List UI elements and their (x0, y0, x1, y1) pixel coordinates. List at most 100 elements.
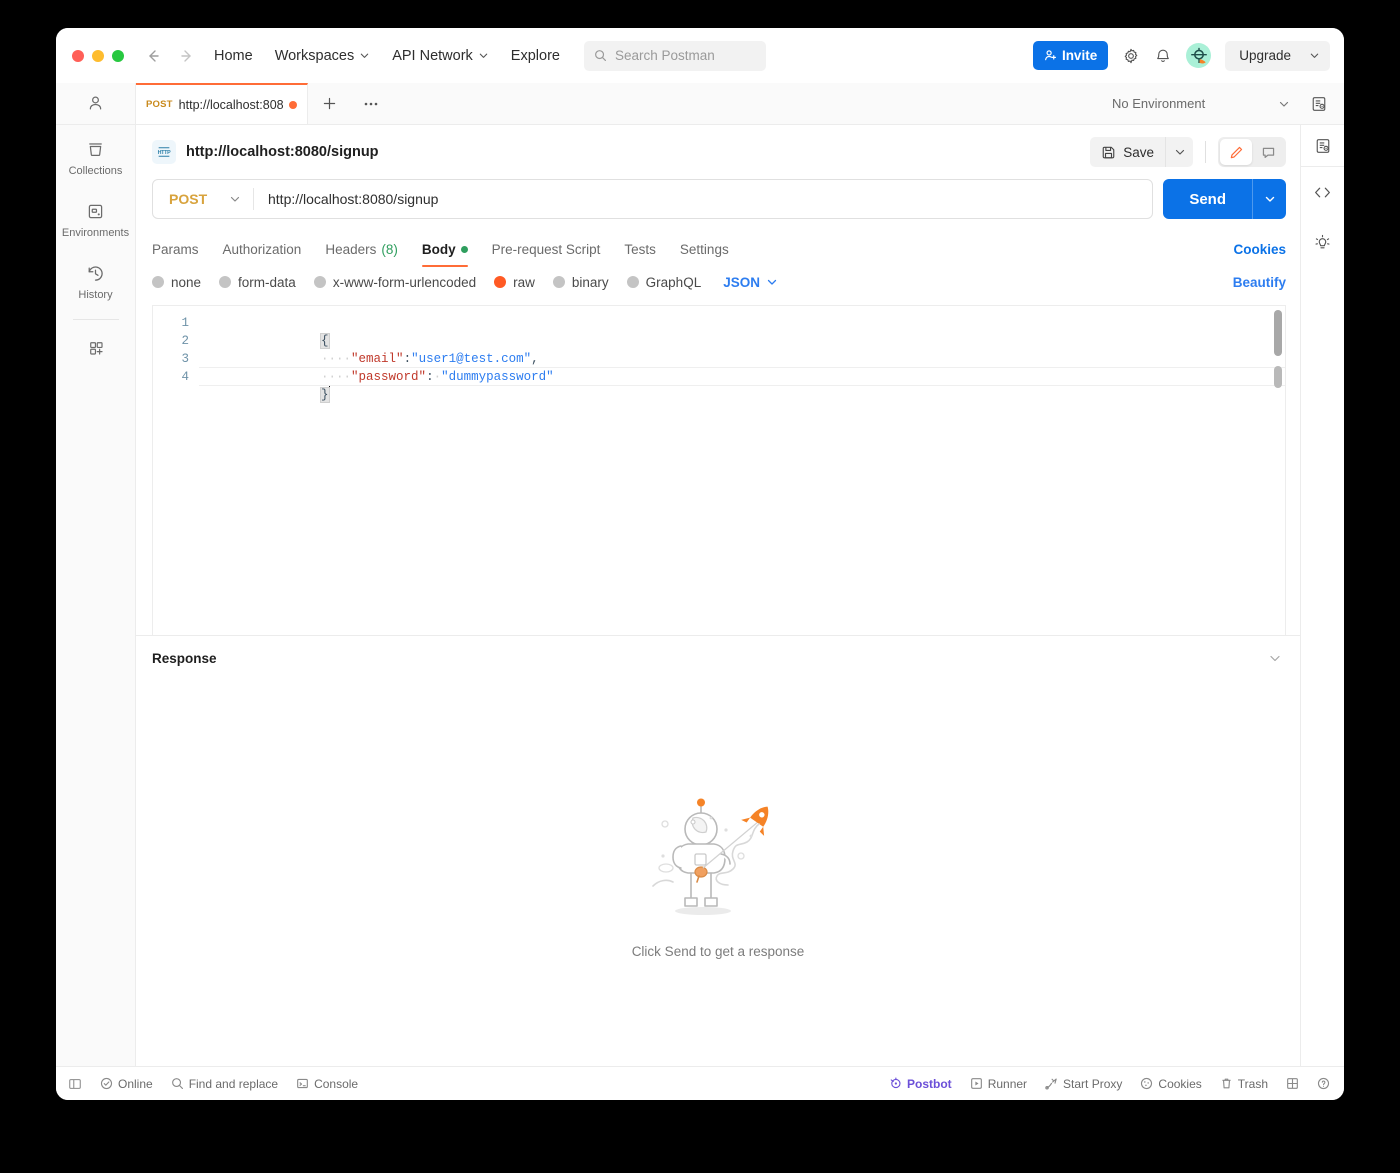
invite-button[interactable]: Invite (1032, 41, 1109, 70)
main-column: POST http://localhost:8080/ No Environme… (136, 83, 1344, 1066)
method-selector[interactable]: POST (153, 180, 253, 218)
sidebar-item-environments[interactable]: Environments (56, 187, 135, 249)
body-type-x-www-form-urlencoded[interactable]: x-www-form-urlencoded (313, 275, 476, 290)
arrow-left-icon[interactable] (144, 47, 162, 65)
environment-selector[interactable]: No Environment (1102, 89, 1298, 119)
environment-quick-look-icon[interactable] (1301, 125, 1344, 167)
edit-mode-button[interactable] (1220, 139, 1252, 165)
http-protocol-badge: HTTP (152, 140, 176, 164)
trash-button[interactable]: Trash (1220, 1077, 1268, 1091)
bell-icon[interactable] (1154, 47, 1172, 65)
url-input[interactable] (254, 191, 1153, 207)
tab-tests-label: Tests (624, 241, 656, 257)
editor-scrollbar[interactable] (1274, 310, 1282, 631)
body-type-binary[interactable]: binary (552, 275, 609, 290)
tab-settings[interactable]: Settings (680, 233, 729, 265)
save-options-button[interactable] (1165, 137, 1193, 167)
start-proxy-button[interactable]: Start Proxy (1045, 1077, 1122, 1091)
body-editor[interactable]: 1 2 3 4 { ····"email":"user1@test.com", (152, 305, 1286, 635)
gear-icon[interactable] (1122, 47, 1140, 65)
upgrade-button[interactable]: Upgrade (1225, 40, 1330, 71)
status-bar: Online Find and replace Console Postbot (56, 1066, 1344, 1100)
topbar-actions: Invite Upgrade (1032, 40, 1330, 71)
maximize-window-button[interactable] (112, 49, 124, 62)
chevron-down-icon (766, 276, 778, 288)
request-tab[interactable]: POST http://localhost:8080/ (136, 83, 308, 124)
nav-home[interactable]: Home (214, 48, 253, 64)
nav-api-network[interactable]: API Network (392, 48, 489, 64)
close-window-button[interactable] (72, 49, 84, 62)
request-column: HTTP http://localhost:8080/signup Save P… (136, 125, 1300, 1066)
tab-pre-request-script[interactable]: Pre-request Script (492, 233, 601, 265)
response-title: Response (152, 650, 217, 666)
new-tab-button[interactable] (308, 83, 350, 124)
avatar[interactable] (1186, 43, 1212, 68)
save-label: Save (1123, 144, 1154, 160)
nav-explore[interactable]: Explore (511, 48, 560, 64)
find-and-replace-button[interactable]: Find and replace (171, 1077, 278, 1091)
environment-quick-look-icon[interactable] (1304, 95, 1334, 113)
sidebar-add-apps-button[interactable] (56, 324, 135, 368)
code-icon[interactable] (1301, 167, 1344, 217)
beautify-button[interactable]: Beautify (1233, 275, 1286, 290)
find-and-replace-label: Find and replace (188, 1076, 279, 1091)
chevron-down-icon[interactable] (1268, 651, 1282, 665)
check-circle-icon (100, 1077, 113, 1090)
request-tabs: Params Authorization Headers (8) Body Pr… (136, 233, 1300, 267)
collections-icon (85, 139, 106, 160)
environments-icon (85, 201, 106, 222)
postbot-icon (889, 1077, 902, 1090)
layout-button[interactable] (1286, 1077, 1299, 1090)
body-type-form-data[interactable]: form-data (219, 275, 296, 290)
sidebar-item-history[interactable]: History (56, 249, 135, 311)
runner-button[interactable]: Runner (970, 1077, 1027, 1091)
nav-workspaces[interactable]: Workspaces (275, 48, 371, 64)
radio-icon (152, 276, 164, 288)
tab-options-button[interactable] (350, 83, 392, 124)
view-mode-toggle (1218, 137, 1286, 167)
body-type-none[interactable]: none (152, 275, 201, 290)
sidebar-user-button[interactable] (56, 83, 135, 125)
plus-icon (322, 96, 337, 111)
sidebar-item-collections[interactable]: Collections (56, 125, 135, 187)
minimize-window-button[interactable] (92, 49, 104, 62)
sidebar-item-history-label: History (78, 289, 113, 301)
nav-home-label: Home (214, 47, 253, 64)
save-button[interactable]: Save (1090, 137, 1165, 167)
editor-scrollbar-thumb[interactable] (1274, 310, 1282, 356)
search-input[interactable]: Search Postman (583, 40, 766, 71)
comment-mode-button[interactable] (1252, 139, 1284, 165)
sidebar-toggle-button[interactable] (68, 1077, 82, 1091)
postbot-button[interactable]: Postbot (889, 1077, 952, 1091)
lightbulb-icon[interactable] (1301, 217, 1344, 267)
body-type-raw[interactable]: raw (494, 275, 535, 290)
line-number: 2 (181, 334, 189, 348)
send-options-button[interactable] (1252, 179, 1286, 219)
tab-authorization[interactable]: Authorization (223, 233, 302, 265)
request-header: HTTP http://localhost:8080/signup Save (136, 125, 1300, 179)
editor-content[interactable]: { ····"email":"user1@test.com", ····"pas… (199, 306, 1285, 635)
tab-authorization-label: Authorization (222, 241, 302, 257)
help-button[interactable] (1317, 1077, 1330, 1090)
tab-params[interactable]: Params (152, 233, 199, 265)
sidebar-divider (72, 319, 119, 320)
tab-tests[interactable]: Tests (624, 233, 656, 265)
raw-format-selector[interactable]: JSON (723, 275, 778, 290)
console-button[interactable]: Console (296, 1077, 358, 1091)
url-bar-row: POST Send (136, 179, 1300, 219)
status-online[interactable]: Online (100, 1077, 153, 1091)
editor-scrollbar-thumb-secondary[interactable] (1274, 366, 1282, 388)
tab-body[interactable]: Body (421, 233, 468, 267)
tab-headers-count: (8) (381, 241, 398, 257)
cookies-link[interactable]: Cookies (1233, 242, 1286, 257)
sidebar-item-environments-label: Environments (61, 227, 130, 239)
play-icon (970, 1077, 983, 1090)
body-type-graphql[interactable]: GraphQL (626, 275, 701, 290)
send-button[interactable]: Send (1163, 179, 1252, 219)
cookies-button[interactable]: Cookies (1140, 1077, 1202, 1091)
ellipsis-icon (363, 101, 379, 107)
line-number: 1 (181, 316, 189, 330)
arrow-right-icon[interactable] (178, 47, 196, 65)
tab-headers[interactable]: Headers (8) (325, 233, 398, 265)
url-bar: POST (152, 179, 1154, 219)
